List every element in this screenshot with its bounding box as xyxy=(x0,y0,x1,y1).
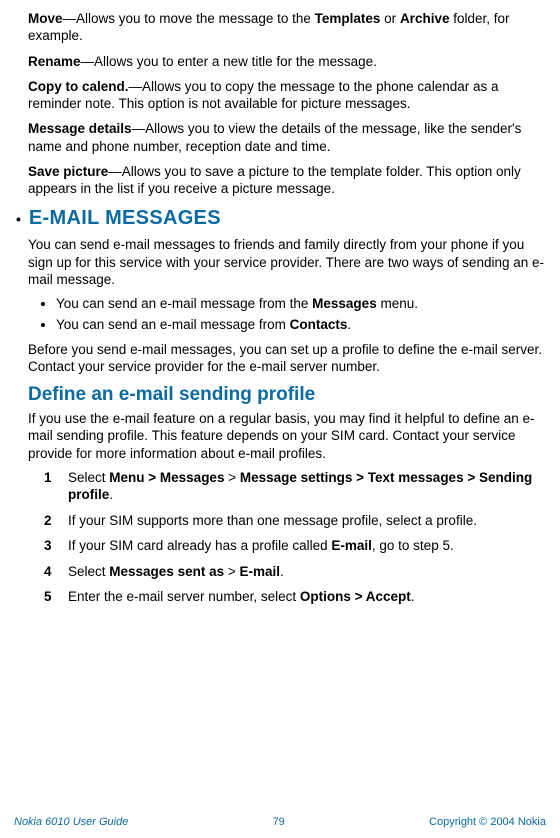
step-3: If your SIM card already has a profile c… xyxy=(28,537,546,555)
term-details: Message details xyxy=(28,121,132,136)
text-rename: —Allows you to enter a new title for the… xyxy=(81,54,377,69)
list-item-contacts: You can send an e-mail message from Cont… xyxy=(56,316,546,335)
term-copy: Copy to calend. xyxy=(28,79,129,94)
step-5: Enter the e-mail server number, select O… xyxy=(28,588,546,606)
step-4: Select Messages sent as > E-mail. xyxy=(28,563,546,581)
footer-page-number: 79 xyxy=(273,816,285,828)
definition-rename: Rename—Allows you to enter a new title f… xyxy=(28,53,546,70)
definition-save: Save picture—Allows you to save a pictur… xyxy=(28,163,546,198)
text-move-1: —Allows you to move the message to the xyxy=(63,11,315,26)
term-save: Save picture xyxy=(28,164,108,179)
section-after-bullets: Before you send e-mail messages, you can… xyxy=(28,341,546,376)
step-1: Select Menu > Messages > Message setting… xyxy=(28,469,546,504)
section-heading-email: E-MAIL MESSAGES xyxy=(29,207,221,230)
folder-templates: Templates xyxy=(315,11,381,26)
list-item-messages: You can send an e-mail message from the … xyxy=(56,295,546,314)
or-text: or xyxy=(380,11,400,26)
section-heading-row: • E-MAIL MESSAGES xyxy=(14,207,546,230)
term-rename: Rename xyxy=(28,54,81,69)
definition-copy: Copy to calend.—Allows you to copy the m… xyxy=(28,78,546,113)
section-intro: You can send e-mail messages to friends … xyxy=(28,236,546,289)
bullet-icon: • xyxy=(14,212,29,226)
term-move: Move xyxy=(28,11,63,26)
folder-archive: Archive xyxy=(400,11,450,26)
sub-heading-profile: Define an e-mail sending profile xyxy=(28,384,546,406)
definition-move: Move—Allows you to move the message to t… xyxy=(28,10,546,45)
definition-details: Message details—Allows you to view the d… xyxy=(28,120,546,155)
footer-guide-name: Nokia 6010 User Guide xyxy=(14,816,128,828)
page-footer: Nokia 6010 User Guide 79 Copyright © 200… xyxy=(0,816,560,828)
footer-copyright: Copyright © 2004 Nokia xyxy=(429,816,546,828)
profile-intro: If you use the e-mail feature on a regul… xyxy=(28,410,546,463)
steps-list: Select Menu > Messages > Message setting… xyxy=(28,469,546,606)
ways-list: You can send an e-mail message from the … xyxy=(28,295,546,335)
step-2: If your SIM supports more than one messa… xyxy=(28,512,546,530)
